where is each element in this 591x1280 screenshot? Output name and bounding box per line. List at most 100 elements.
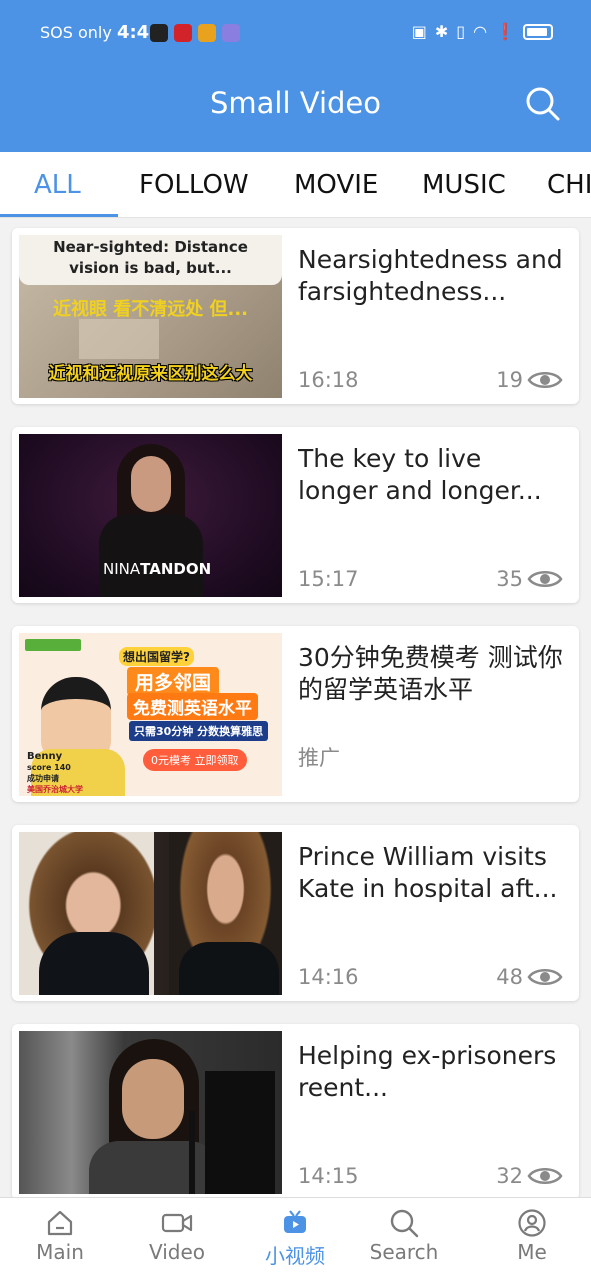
speaker-face [131,456,171,512]
speaker-last-name: TANDON [140,560,212,578]
speaker-first-name: NINA [103,560,141,578]
video-time: 16:18 [298,368,359,392]
person-right-dress [179,942,279,995]
ad-line-3: 免费测英语水平 [127,693,258,720]
nfc-icon: ▣ [411,22,427,41]
ad-person-name: Benny [27,751,63,762]
ad-label: 推广 [298,746,340,770]
nav-me[interactable]: Me [482,1208,582,1264]
user-icon [518,1209,546,1237]
tv-icon [284,1210,306,1233]
ad-person-school: 美国乔治城大学 [27,785,83,794]
eye-icon [527,571,563,587]
app-notification-icon [174,24,192,42]
active-tab-indicator [0,214,118,217]
battery-icon [523,23,553,40]
ad-thumbnail[interactable]: 想出国留学? 用多邻国 免费测英语水平 只需30分钟 分数换算雅思 0元模考 立… [19,633,282,796]
video-views: 35 [496,567,563,591]
speaker-face [122,1059,184,1139]
views-count: 19 [496,368,523,392]
ad-title[interactable]: 30分钟免费模考 测试你的留学英语水平 [298,642,568,706]
ad-person-info: Benny score 140 成功申请 美国乔治城大学 [27,751,83,795]
video-time: 15:17 [298,567,359,591]
app-header: SOS only 4:43 ▣ ✱ ▯ ◠ ❗ Small Video [0,0,591,152]
category-tabs: ALL FOLLOW MOVIE MUSIC CHI [0,152,591,218]
microphone-stand [189,1111,195,1194]
ad-card[interactable]: 想出国留学? 用多邻国 免费测英语水平 只需30分钟 分数换算雅思 0元模考 立… [12,626,579,802]
nav-main-label: Main [36,1240,84,1264]
wifi-icon: ◠ [473,22,488,41]
nav-video-label: Video [148,1240,206,1264]
page-title: Small Video [209,86,381,120]
speaker-name-label: NINATANDON [103,560,211,578]
vibrate-icon: ▯ [456,22,466,41]
app-notification-icon [222,24,240,42]
home-icon [47,1210,73,1236]
thumb-caption-en: Near-sighted: Distance vision is bad, bu… [19,235,282,285]
video-title[interactable]: Prince William visits Kate in hospital a… [298,841,568,905]
thumb-caption-zh: 近视眼 看不清远处 但... [52,299,249,320]
speaker-body [89,1141,219,1194]
video-card[interactable]: Near-sighted: Distance vision is bad, bu… [12,228,579,404]
search-button[interactable] [525,86,561,122]
status-bar: SOS only 4:43 ▣ ✱ ▯ ◠ ❗ [0,20,591,48]
ad-cta-button[interactable]: 0元模考 立即领取 [143,749,247,771]
tab-music[interactable]: MUSIC [422,170,506,200]
ad-line-4: 只需30分钟 分数换算雅思 [129,721,269,741]
video-title[interactable]: Helping ex-prisoners reent... [298,1040,568,1104]
status-left: SOS only 4:43 [40,22,162,43]
search-icon [526,87,560,121]
thumb-background-shape [79,319,159,359]
tab-follow[interactable]: FOLLOW [139,170,249,200]
video-time: 14:16 [298,965,359,989]
video-card[interactable]: NINATANDON The key to live longer and lo… [12,427,579,603]
ad-person-score: score 140 [27,763,71,772]
thumb-caption-zh-bottom: 近视和远视原来区别这么大 [48,364,253,384]
video-thumbnail[interactable] [19,1031,282,1194]
video-views: 32 [496,1164,563,1188]
eye-icon [527,969,563,985]
views-count: 32 [496,1164,523,1188]
person-left-dress [39,932,149,995]
nav-search[interactable]: Search [354,1208,454,1264]
search-icon [390,1209,419,1238]
video-views: 48 [496,965,563,989]
notification-icons [150,24,240,42]
nav-me-label: Me [517,1240,547,1264]
duolingo-logo [25,639,81,651]
views-count: 48 [496,965,523,989]
speaker-body [99,514,203,597]
video-thumbnail[interactable] [19,832,282,995]
nav-small-video-label: 小视频 [265,1244,325,1268]
nav-video[interactable]: Video [127,1208,227,1264]
ad-person-success: 成功申请 [27,774,59,783]
video-title[interactable]: Nearsightedness and farsightedness... [298,244,568,308]
bottom-navigation: Main Video 小视频 Search Me [0,1197,591,1280]
tab-movie[interactable]: MOVIE [294,170,378,200]
video-views: 19 [496,368,563,392]
video-thumbnail[interactable]: Near-sighted: Distance vision is bad, bu… [19,235,282,398]
video-camera-icon [161,1213,193,1233]
app-notification-icon [198,24,216,42]
tab-chi[interactable]: CHI [547,170,591,200]
video-card[interactable]: Prince William visits Kate in hospital a… [12,825,579,1001]
carrier-text: SOS only [40,23,112,42]
app-notification-icon [150,24,168,42]
status-right: ▣ ✱ ▯ ◠ ❗ [412,22,553,41]
alert-icon: ❗ [495,22,515,41]
nav-small-video[interactable]: 小视频 [245,1208,345,1269]
tab-all[interactable]: ALL [34,170,81,200]
views-count: 35 [496,567,523,591]
eye-icon [527,1168,563,1184]
nav-main[interactable]: Main [10,1208,110,1264]
eye-icon [527,372,563,388]
bluetooth-icon: ✱ [434,22,449,41]
nav-search-label: Search [369,1240,439,1264]
ad-line-1: 想出国留学? [119,647,194,666]
video-time: 14:15 [298,1164,359,1188]
ad-line-2: 用多邻国 [127,667,220,696]
video-title[interactable]: The key to live longer and longer... [298,443,568,507]
video-card[interactable]: Helping ex-prisoners reent... 14:15 32 [12,1024,579,1200]
video-thumbnail[interactable]: NINATANDON [19,434,282,597]
background-person [205,1071,275,1194]
